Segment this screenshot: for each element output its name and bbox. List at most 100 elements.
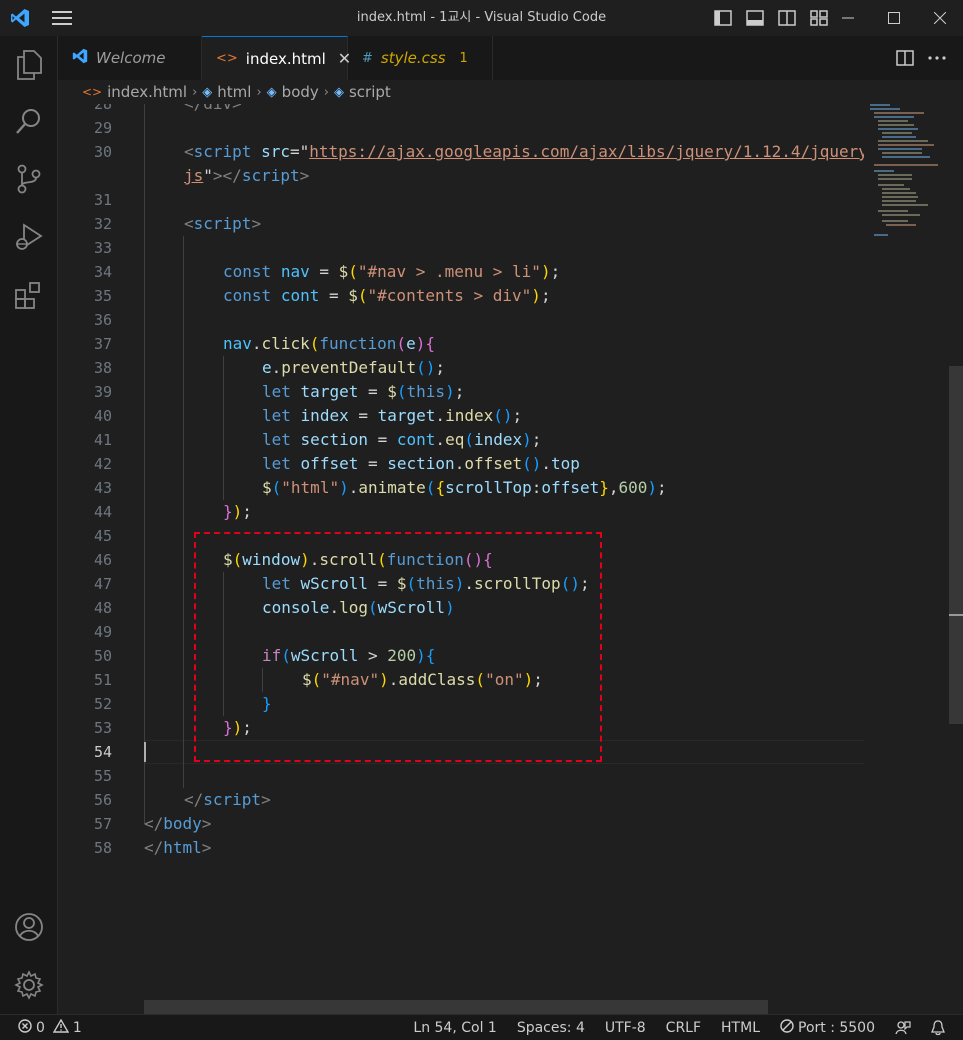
maximize-icon[interactable] bbox=[871, 0, 917, 36]
accounts-icon[interactable] bbox=[0, 902, 58, 952]
code-line: $("html").animate({scrollTop:offset},600… bbox=[262, 478, 667, 497]
problems-indicator[interactable]: 0 1 bbox=[0, 1018, 82, 1037]
line-number: 33 bbox=[93, 239, 112, 257]
live-server-port[interactable]: Port : 5500 bbox=[770, 1015, 885, 1040]
tab-label: Welcome bbox=[96, 49, 166, 67]
breadcrumb: <> index.html › ◈ html › ◈ body › ◈ script bbox=[58, 80, 963, 104]
source-control-icon[interactable] bbox=[0, 154, 58, 204]
line-number: 58 bbox=[93, 839, 112, 857]
line-number: 28 bbox=[93, 104, 112, 113]
line-number: 49 bbox=[93, 623, 112, 641]
line-number: 40 bbox=[93, 407, 112, 425]
warning-count: 1 bbox=[72, 1019, 82, 1036]
line-number: 56 bbox=[93, 791, 112, 809]
code-line: }); bbox=[223, 502, 252, 521]
tab-label: index.html bbox=[245, 49, 326, 68]
line-number: 37 bbox=[93, 335, 112, 353]
chevron-right-icon: › bbox=[256, 84, 262, 100]
line-number: 53 bbox=[93, 719, 112, 737]
breadcrumb-item-html[interactable]: ◈ html bbox=[202, 83, 251, 101]
code-line: let target = $(this); bbox=[262, 382, 465, 401]
cursor-position[interactable]: Ln 54, Col 1 bbox=[403, 1015, 506, 1040]
line-number: 41 bbox=[93, 431, 112, 449]
vscode-icon bbox=[72, 48, 88, 68]
breadcrumb-label: html bbox=[217, 83, 252, 101]
line-number: 31 bbox=[93, 191, 112, 209]
css-icon: # bbox=[362, 50, 373, 66]
minimize-icon[interactable] bbox=[825, 0, 871, 36]
line-number: 35 bbox=[93, 287, 112, 305]
notifications-bell-icon[interactable] bbox=[921, 1015, 963, 1040]
line-number: 42 bbox=[93, 455, 112, 473]
html-icon: <> bbox=[216, 51, 238, 66]
tab-index-html[interactable]: <> index.html ✕ bbox=[202, 36, 351, 80]
language-mode[interactable]: HTML bbox=[711, 1015, 770, 1040]
vertical-scrollbar[interactable] bbox=[949, 366, 963, 724]
code-line: const cont = $("#contents > div"); bbox=[223, 286, 551, 305]
html-icon: <> bbox=[82, 85, 103, 99]
code-line: let index = target.index(); bbox=[262, 406, 523, 425]
line-number: 48 bbox=[93, 599, 112, 617]
toggle-secondary-sidebar-icon[interactable] bbox=[773, 4, 801, 32]
breadcrumb-item-file[interactable]: <> index.html bbox=[82, 83, 187, 101]
status-bar: 0 1 Ln 54, Col 1 Spaces: 4 UTF-8 CRLF HT… bbox=[0, 1014, 963, 1040]
indent-guide bbox=[144, 104, 145, 824]
indentation[interactable]: Spaces: 4 bbox=[507, 1015, 595, 1040]
tab-style-css[interactable]: # style.css 1 bbox=[348, 36, 493, 80]
end-of-line[interactable]: CRLF bbox=[656, 1015, 711, 1040]
editor-tabs: Welcome <> index.html ✕ # style.css 1 bbox=[58, 36, 963, 80]
breadcrumb-item-body[interactable]: ◈ body bbox=[267, 83, 319, 101]
line-number: 39 bbox=[93, 383, 112, 401]
line-number: 45 bbox=[93, 527, 112, 545]
run-debug-icon[interactable] bbox=[0, 212, 58, 262]
code-line: const nav = $("#nav > .menu > li"); bbox=[223, 262, 561, 281]
symbol-element-icon: ◈ bbox=[266, 84, 277, 100]
feedback-icon[interactable] bbox=[885, 1015, 921, 1040]
activity-bar bbox=[0, 36, 58, 1014]
code-line: </body> bbox=[144, 814, 212, 833]
code-line: <script src="https://ajax.googleapis.com… bbox=[184, 142, 864, 161]
file-encoding[interactable]: UTF-8 bbox=[595, 1015, 656, 1040]
line-number-current: 54 bbox=[93, 743, 112, 761]
error-count: 0 bbox=[36, 1019, 45, 1036]
code-line: </html> bbox=[144, 838, 212, 857]
code-line-wrapped: js"></script> bbox=[184, 166, 310, 185]
line-number: 36 bbox=[93, 311, 112, 329]
hamburger-menu-icon[interactable] bbox=[40, 0, 84, 36]
tab-welcome[interactable]: Welcome bbox=[58, 36, 202, 80]
breadcrumb-item-script[interactable]: ◈ script bbox=[334, 83, 391, 101]
extensions-icon[interactable] bbox=[0, 270, 58, 320]
symbol-element-icon: ◈ bbox=[333, 84, 344, 100]
code-editor[interactable]: 28 29 30 31 32 33 34 35 36 37 38 39 40 4… bbox=[58, 104, 963, 1014]
horizontal-scrollbar[interactable] bbox=[144, 1000, 768, 1014]
line-number: 44 bbox=[93, 503, 112, 521]
indent-guide bbox=[223, 356, 224, 500]
toggle-panel-icon[interactable] bbox=[741, 4, 769, 32]
breadcrumb-label: script bbox=[348, 83, 391, 101]
text-cursor bbox=[144, 742, 146, 762]
toggle-primary-sidebar-icon[interactable] bbox=[709, 4, 737, 32]
highlight-annotation-box bbox=[194, 532, 602, 762]
breadcrumb-label: body bbox=[281, 83, 319, 101]
no-entry-icon bbox=[780, 1019, 794, 1037]
line-number: 34 bbox=[93, 263, 112, 281]
search-icon[interactable] bbox=[0, 96, 58, 146]
line-number: 29 bbox=[93, 119, 112, 137]
breadcrumb-label: index.html bbox=[107, 83, 188, 101]
symbol-element-icon: ◈ bbox=[202, 84, 213, 100]
more-actions-icon[interactable] bbox=[925, 46, 949, 70]
minimap[interactable] bbox=[864, 104, 944, 244]
split-editor-icon[interactable] bbox=[893, 46, 917, 70]
line-number: 38 bbox=[93, 359, 112, 377]
line-number-gutter: 28 29 30 31 32 33 34 35 36 37 38 39 40 4… bbox=[58, 104, 128, 1014]
vscode-logo-icon bbox=[0, 0, 40, 36]
close-window-icon[interactable] bbox=[917, 0, 963, 36]
scrollbar-cursor-marker bbox=[949, 614, 963, 616]
code-line: let offset = section.offset().top bbox=[262, 454, 580, 473]
explorer-icon[interactable] bbox=[0, 40, 58, 90]
settings-gear-icon[interactable] bbox=[0, 960, 58, 1010]
line-number: 30 bbox=[93, 143, 112, 161]
indent-guide bbox=[183, 236, 184, 788]
line-number: 43 bbox=[93, 479, 112, 497]
code-line: </script> bbox=[184, 790, 271, 809]
